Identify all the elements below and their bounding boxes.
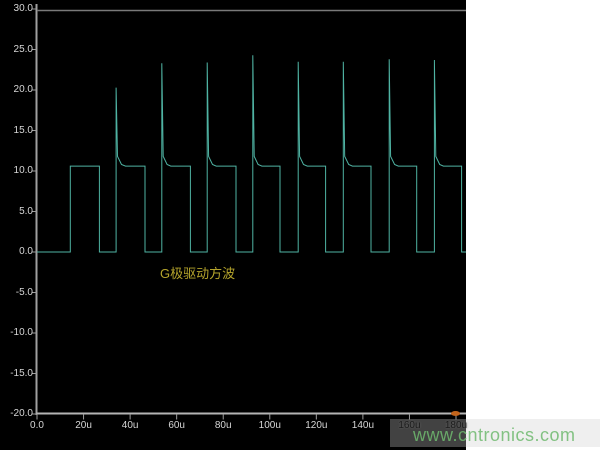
watermark-orange-dot bbox=[451, 411, 460, 416]
y-tick-label: 30.0 bbox=[0, 3, 33, 15]
watermark-text: www.cntronics.com bbox=[413, 425, 576, 445]
y-tick-label: -10.0 bbox=[0, 327, 33, 339]
y-tick-label: 10.0 bbox=[0, 165, 33, 177]
y-tick-label: -5.0 bbox=[0, 287, 33, 299]
x-tick-label: 40u bbox=[112, 420, 148, 432]
x-tick-label: 140u bbox=[345, 420, 381, 432]
y-tick-label: 25.0 bbox=[0, 44, 33, 56]
trace-label: G极驱动方波 bbox=[160, 266, 235, 281]
simulation-plot-screenshot: 30.0 25.0 20.0 15.0 10.0 5.0 0.0 -5.0 -10.0 -15.0… bbox=[0, 0, 600, 450]
waveform-plot bbox=[0, 0, 600, 450]
x-tick-label: 60u bbox=[159, 420, 195, 432]
y-tick-label: 15.0 bbox=[0, 125, 33, 137]
y-tick-label: -20.0 bbox=[0, 408, 33, 420]
y-tick-label: -15.0 bbox=[0, 368, 33, 380]
x-tick-label: 120u bbox=[298, 420, 334, 432]
x-tick-label: 0.0 bbox=[19, 420, 55, 432]
waveform-trace bbox=[37, 55, 466, 252]
y-tick-label: 0.0 bbox=[0, 246, 33, 258]
y-tick-label: 5.0 bbox=[0, 206, 33, 218]
x-tick-label: 20u bbox=[66, 420, 102, 432]
x-tick-label: 100u bbox=[252, 420, 288, 432]
y-tick-label: 20.0 bbox=[0, 84, 33, 96]
x-tick-label: 80u bbox=[205, 420, 241, 432]
